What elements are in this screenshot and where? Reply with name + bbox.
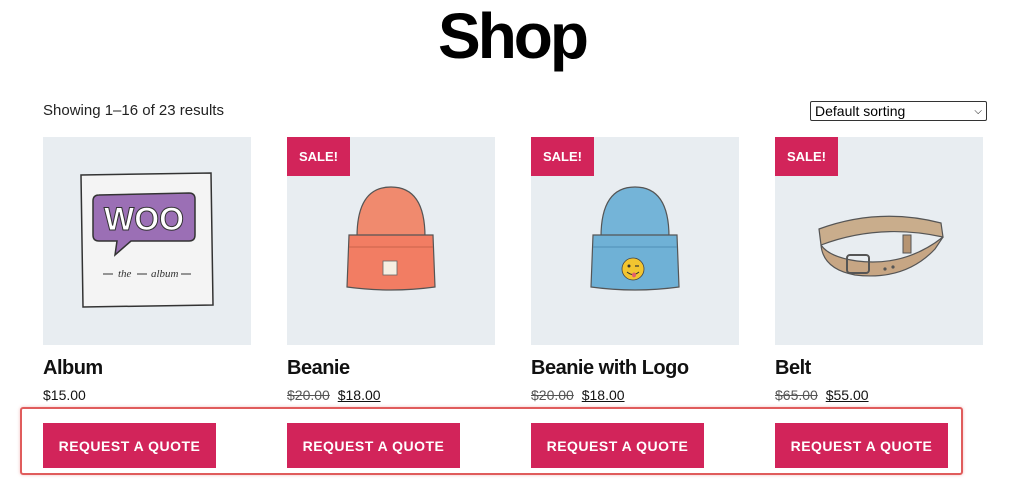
- product-image[interactable]: SALE!: [775, 137, 983, 345]
- product-price: $65.00 $55.00: [775, 387, 869, 403]
- sale-price: $55.00: [825, 387, 869, 403]
- product-card: SALE! Beanie with Logo $20.00 $18.00 REQ…: [531, 137, 739, 468]
- product-image[interactable]: SALE!: [287, 137, 495, 345]
- product-image[interactable]: SALE!: [531, 137, 739, 345]
- regular-price: $65.00: [775, 387, 818, 403]
- product-title[interactable]: Album: [43, 357, 103, 380]
- annotation-highlight-box: [20, 407, 963, 475]
- product-price: $20.00 $18.00: [287, 387, 381, 403]
- sale-badge: SALE!: [775, 137, 838, 176]
- sorting-select[interactable]: Default sorting ⌵: [810, 101, 987, 121]
- sale-badge: SALE!: [531, 137, 594, 176]
- product-title[interactable]: Beanie: [287, 357, 350, 380]
- regular-price: $20.00: [531, 387, 574, 403]
- product-title[interactable]: Belt: [775, 357, 811, 380]
- album-icon: WOO the album: [80, 172, 214, 308]
- product-card: SALE! Belt $65.00 $55.00 REQUEST A QUOTE: [775, 137, 983, 468]
- product-price: $20.00 $18.00: [531, 387, 625, 403]
- product-card: WOO the album Album $15.00 REQUEST A QUO…: [43, 137, 251, 468]
- album-caption-left: the: [118, 268, 132, 280]
- sale-price: $18.00: [581, 387, 625, 403]
- result-count: Showing 1–16 of 23 results: [43, 102, 224, 119]
- regular-price: $20.00: [287, 387, 330, 403]
- current-price: $15.00: [43, 387, 86, 403]
- product-card: SALE! Beanie $20.00 $18.00 REQUEST A QUO…: [287, 137, 495, 468]
- product-title[interactable]: Beanie with Logo: [531, 357, 689, 380]
- chevron-down-icon: ⌵: [974, 105, 982, 117]
- sale-price: $18.00: [337, 387, 381, 403]
- sale-badge: SALE!: [287, 137, 350, 176]
- product-image[interactable]: WOO the album: [43, 137, 251, 345]
- product-price: $15.00: [43, 387, 86, 403]
- sorting-select-value: Default sorting: [815, 103, 906, 119]
- album-logo-text: WOO: [104, 201, 184, 237]
- album-caption-right: album: [151, 268, 179, 280]
- page-title: Shop: [438, 0, 589, 72]
